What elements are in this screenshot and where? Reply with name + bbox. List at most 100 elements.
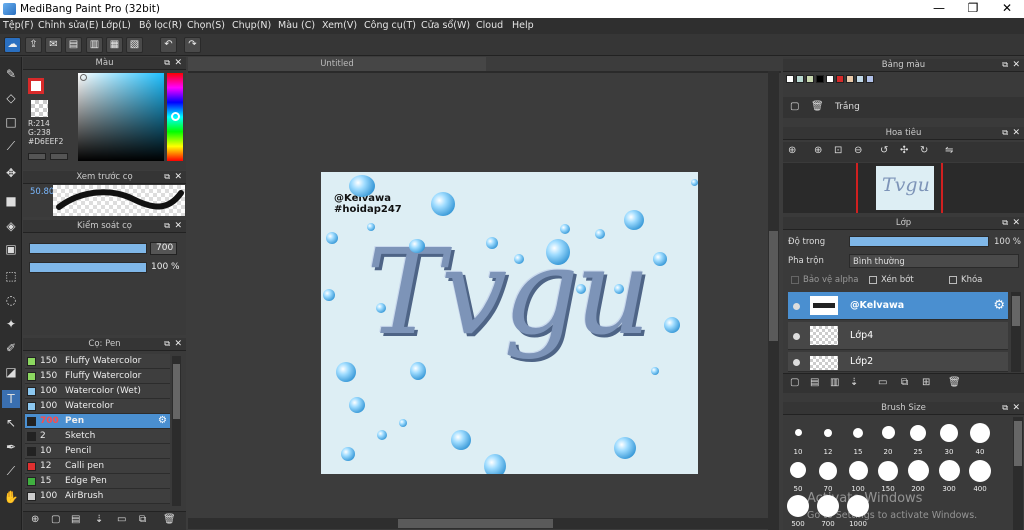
swatch[interactable] xyxy=(806,75,814,83)
swatch[interactable] xyxy=(816,75,824,83)
float-icon[interactable]: ⧉ xyxy=(1002,402,1008,414)
brush-item[interactable]: 100 Watercolor xyxy=(25,399,170,414)
brush-size-option[interactable]: 100 xyxy=(843,461,873,493)
eye-icon[interactable] xyxy=(793,333,800,340)
page-icon[interactable]: ▤ xyxy=(65,37,82,53)
pen-dropper-icon[interactable]: ⟋ xyxy=(2,462,20,480)
fit-screen-icon[interactable]: ⊡ xyxy=(834,145,842,156)
copy-brush-icon[interactable]: ⧉ xyxy=(139,514,146,525)
layer-opacity-slider[interactable] xyxy=(849,236,989,247)
trash-icon[interactable]: 🗑 xyxy=(163,514,176,525)
brush-size-option[interactable]: 300 xyxy=(934,460,964,493)
close-icon[interactable]: ✕ xyxy=(1012,402,1020,414)
lasso-tool-icon[interactable]: ◌ xyxy=(2,291,20,309)
reset-view-icon[interactable]: ✣ xyxy=(900,145,908,156)
close-button[interactable]: ✕ xyxy=(990,0,1024,18)
float-icon[interactable]: ⧉ xyxy=(1002,127,1008,139)
rotate-right-icon[interactable]: ↻ xyxy=(920,145,928,156)
brush-size-option[interactable]: 20 xyxy=(873,426,903,456)
brush-tool-icon[interactable]: ✎ xyxy=(2,65,20,83)
float-icon[interactable]: ⧉ xyxy=(164,57,170,69)
lock-checkbox[interactable] xyxy=(949,276,957,284)
brush-size-option[interactable]: 50 xyxy=(783,462,813,493)
layer-row[interactable]: Lớp2 xyxy=(788,352,1008,372)
close-icon[interactable]: ✕ xyxy=(1012,217,1020,229)
brush-item[interactable]: 100 AirBrush xyxy=(25,489,170,504)
swatch[interactable] xyxy=(796,75,804,83)
brush-item-selected[interactable]: 700 Pen ⚙ xyxy=(25,414,170,429)
cloud-icon[interactable]: ☁ xyxy=(4,37,21,53)
swatch[interactable] xyxy=(866,75,874,83)
layer-settings-gear-icon[interactable]: ⚙ xyxy=(993,298,1005,313)
brush-item[interactable]: 150 Fluffy Watercolor xyxy=(25,354,170,369)
brush-size-option[interactable]: 200 xyxy=(903,460,933,493)
menu-color[interactable]: Màu (C) xyxy=(278,20,315,31)
magic-wand-icon[interactable]: ✦ xyxy=(2,315,20,333)
select-pen-icon[interactable]: ✐ xyxy=(2,339,20,357)
folder-icon[interactable]: ▭ xyxy=(878,377,887,388)
brush-item[interactable]: 100 Watercolor (Wet) xyxy=(25,384,170,399)
menu-select[interactable]: Chọn(S) xyxy=(187,20,225,31)
brush-item[interactable]: 15 Edge Pen xyxy=(25,474,170,489)
menu-help[interactable]: Help xyxy=(512,20,534,31)
select-tool-icon[interactable]: ⬚ xyxy=(2,267,20,285)
trash-icon[interactable]: 🗑 xyxy=(948,377,961,388)
brush-size-value[interactable]: 700 xyxy=(156,243,173,253)
layer-row[interactable]: Lớp4 xyxy=(788,322,1008,350)
swatch[interactable] xyxy=(836,75,844,83)
float-icon[interactable]: ⧉ xyxy=(164,338,170,350)
transparent-color-swatch[interactable] xyxy=(31,100,48,117)
new-1bit-layer-icon[interactable]: ▥ xyxy=(830,377,839,388)
menu-cloud[interactable]: Cloud xyxy=(476,20,503,31)
brush-settings-gear-icon[interactable]: ⚙ xyxy=(158,415,167,426)
merge-layer-icon[interactable]: ⊞ xyxy=(922,377,930,388)
maximize-button[interactable]: ❐ xyxy=(956,0,990,18)
brush-size-option[interactable]: 25 xyxy=(903,425,933,456)
float-icon[interactable]: ⧉ xyxy=(1002,59,1008,71)
operation-tool-icon[interactable]: ↖ xyxy=(2,414,20,432)
swatch[interactable] xyxy=(856,75,864,83)
menu-filter[interactable]: Bộ lọc(R) xyxy=(139,20,182,31)
brush-opacity-slider[interactable] xyxy=(29,262,147,273)
new-halftone-layer-icon[interactable]: ▤ xyxy=(810,377,819,388)
brush-size-option[interactable]: 10 xyxy=(783,429,813,456)
close-icon[interactable]: ✕ xyxy=(174,220,182,232)
menu-file[interactable]: Tệp(F) xyxy=(3,20,34,31)
brush-size-option[interactable]: 30 xyxy=(934,424,964,456)
reset-color-button[interactable] xyxy=(50,153,68,160)
close-icon[interactable]: ✕ xyxy=(174,57,182,69)
canvas-vertical-scrollbar[interactable] xyxy=(768,71,779,530)
menu-snap[interactable]: Chụp(N) xyxy=(232,20,271,31)
float-icon[interactable]: ⧉ xyxy=(164,220,170,232)
line-tool-icon[interactable]: ⟋ xyxy=(2,137,20,155)
brush-size-scrollbar[interactable] xyxy=(1013,417,1023,530)
brush-size-option[interactable]: 150 xyxy=(873,461,903,493)
trash-icon[interactable]: 🗑 xyxy=(811,101,824,112)
brush-item[interactable]: 12 Calli pen xyxy=(25,459,170,474)
brush-menu-icon[interactable]: ▤ xyxy=(71,514,80,525)
document-icon[interactable]: ▥ xyxy=(86,37,103,53)
float-icon[interactable]: ⧉ xyxy=(164,171,170,183)
new-brush-icon[interactable]: ▢ xyxy=(51,514,60,525)
navigator-preview[interactable]: Tvgu xyxy=(783,163,1024,213)
swatch[interactable] xyxy=(826,75,834,83)
redo-icon[interactable]: ↷ xyxy=(184,37,201,53)
bucket-tool-icon[interactable]: ◈ xyxy=(2,217,20,235)
layers-scrollbar[interactable] xyxy=(1011,292,1021,372)
layer-menu-icon[interactable]: ⇣ xyxy=(850,377,858,388)
eye-icon[interactable] xyxy=(793,303,800,310)
duplicate-layer-icon[interactable]: ⧉ xyxy=(901,377,908,388)
folder-icon[interactable]: ▭ xyxy=(117,514,126,525)
close-icon[interactable]: ✕ xyxy=(1012,59,1020,71)
rotate-left-icon[interactable]: ↺ xyxy=(880,145,888,156)
brush-item[interactable]: 2 Sketch xyxy=(25,429,170,444)
rectangle-tool-icon[interactable]: □ xyxy=(2,113,20,131)
swatch[interactable] xyxy=(846,75,854,83)
new-swatch-icon[interactable]: ▢ xyxy=(790,101,799,112)
zoom-in-icon[interactable]: ⊕ xyxy=(788,145,796,156)
fill-shape-icon[interactable]: ■ xyxy=(2,192,20,210)
brush-size-slider[interactable] xyxy=(29,243,147,254)
canvas-horizontal-scrollbar[interactable] xyxy=(188,518,768,529)
float-icon[interactable]: ⧉ xyxy=(1002,217,1008,229)
text-tool-icon[interactable]: T xyxy=(2,390,20,408)
